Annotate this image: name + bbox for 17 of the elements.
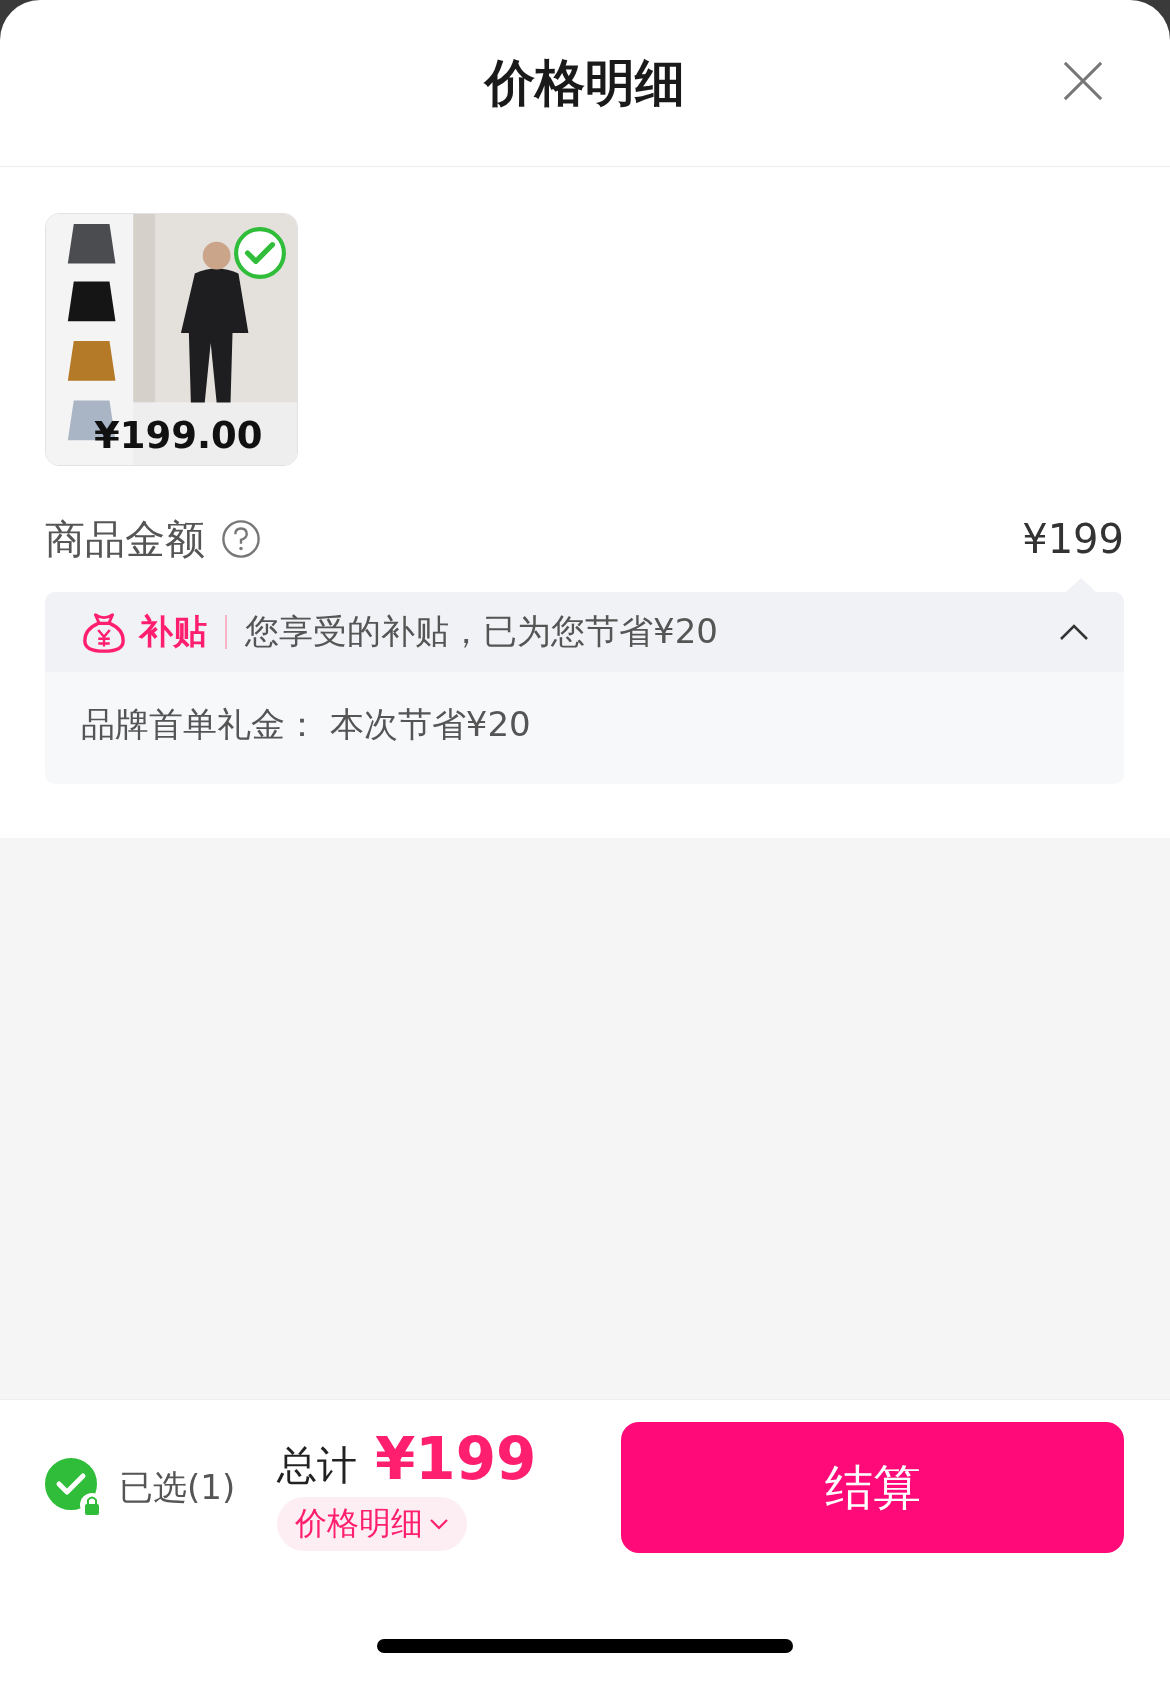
sheet-title: 价格明细 [485,52,685,114]
product-thumbnail[interactable]: ¥199.00 [45,213,298,466]
close-icon[interactable] [1062,60,1104,102]
selected-count: 已选(1) [119,1465,236,1509]
checkout-button[interactable]: 结算 [621,1422,1124,1553]
amount-value: ¥199 [1022,516,1124,562]
chevron-down-icon [429,1517,449,1530]
total-label: 总计 [277,1440,357,1490]
help-icon[interactable] [221,519,261,559]
subsidy-summary: 您享受的补贴，已为您节省¥20 [245,610,719,653]
subsidy-tag: 补贴 [139,609,207,655]
chevron-up-icon[interactable] [1058,622,1090,642]
subsidy-detail: 品牌首单礼金： 本次节省¥20 [81,703,532,746]
total-price: ¥199 [375,1424,537,1493]
amount-label: 商品金额 [45,514,205,564]
price-label: ¥199.00 [94,414,263,457]
subsidy-header[interactable]: 补贴 您享受的补贴，已为您节省¥20 [45,592,1124,672]
